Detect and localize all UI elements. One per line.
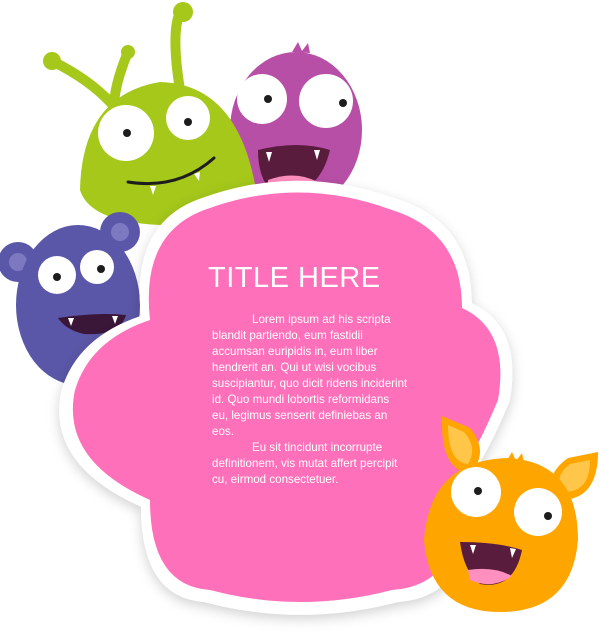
monster-card-illustration: TITLE HERE Lorem ipsum ad his scripta bl…: [0, 0, 600, 640]
card-paragraph-2: Eu sit tincidunt incorrupte definitionem…: [212, 441, 398, 486]
card-paragraph-1: Lorem ipsum ad his scripta blandit parti…: [212, 313, 408, 438]
card-title: TITLE HERE: [208, 262, 381, 294]
orange-monster-icon: [424, 416, 598, 612]
card-body-text: Lorem ipsum ad his scripta blandit parti…: [212, 312, 408, 488]
